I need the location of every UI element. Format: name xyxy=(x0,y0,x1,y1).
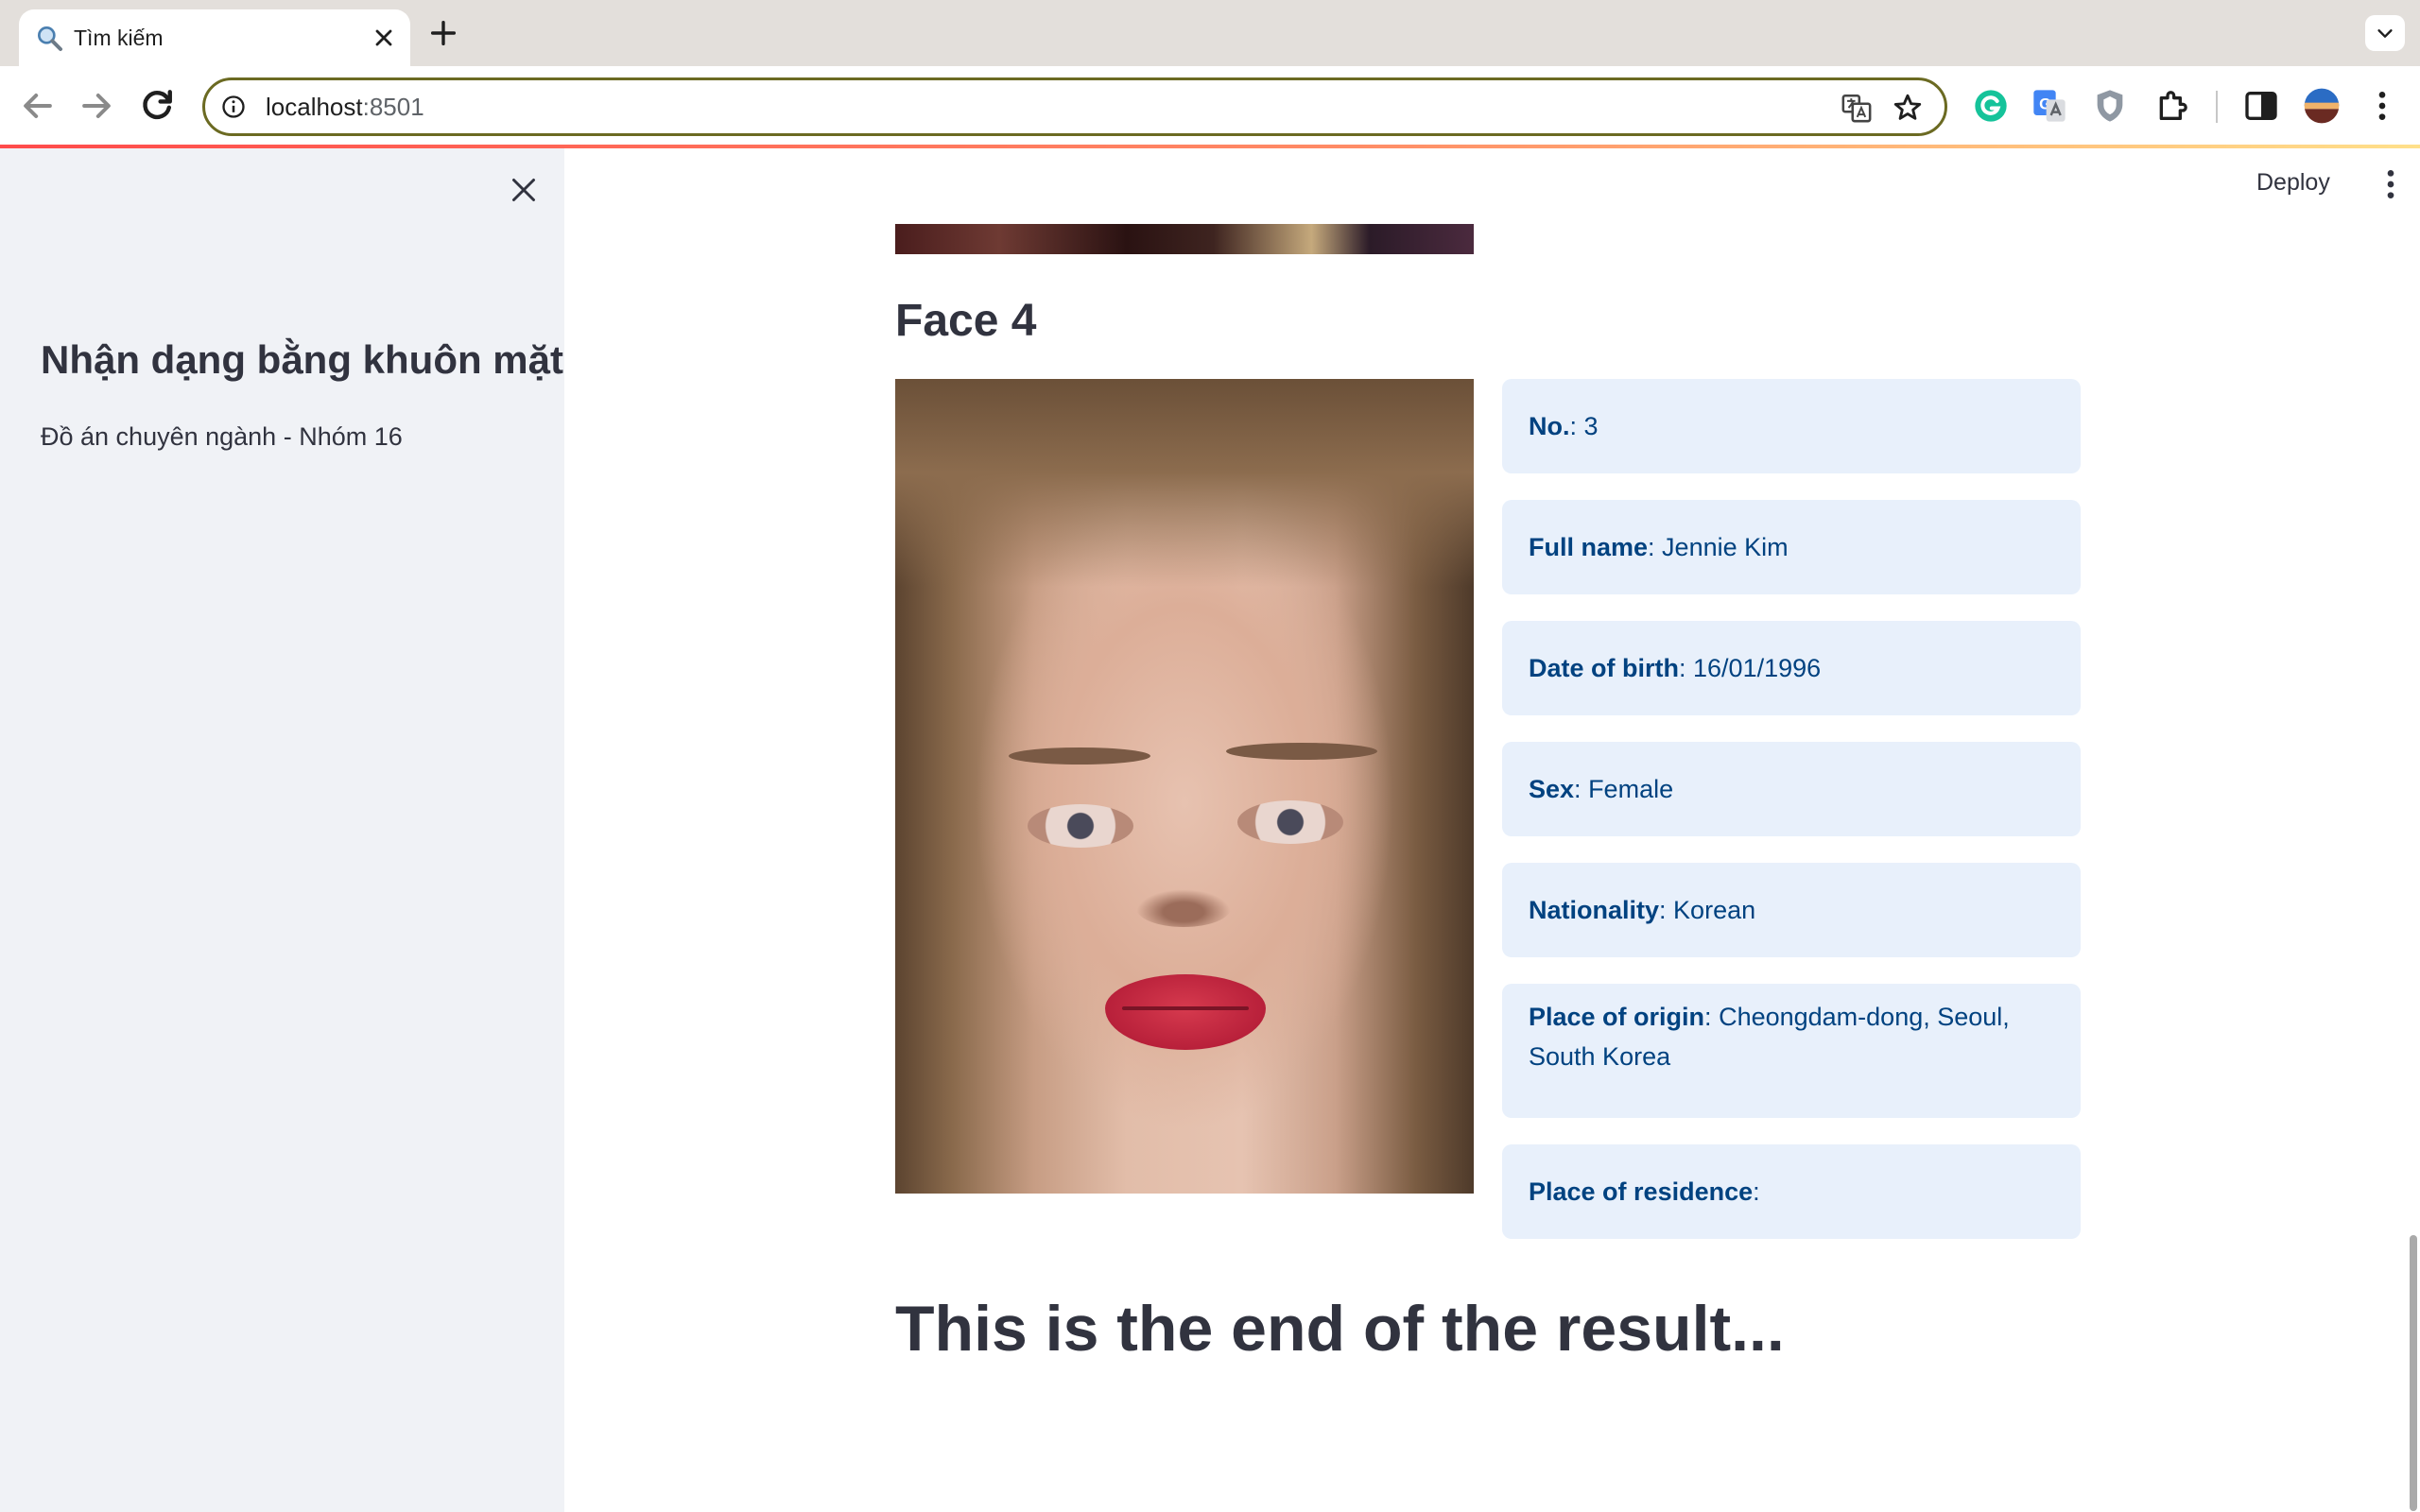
deploy-button[interactable]: Deploy xyxy=(2256,169,2330,197)
info-label: Date of birth xyxy=(1529,654,1679,682)
google-translate-extension-icon[interactable]: G xyxy=(2031,87,2068,125)
toolbar-divider xyxy=(2216,91,2218,123)
translate-icon[interactable] xyxy=(1841,92,1873,124)
info-value: Jennie Kim xyxy=(1654,533,1789,561)
close-tab-icon[interactable] xyxy=(371,25,397,51)
face-photo xyxy=(895,379,1474,1194)
side-panel-icon[interactable] xyxy=(2242,87,2280,125)
browser-tab[interactable]: Tìm kiếm xyxy=(19,9,410,66)
tab-search-button[interactable] xyxy=(2365,15,2405,51)
info-label: No. xyxy=(1529,412,1570,440)
url-host: localhost xyxy=(266,93,363,121)
info-card-no: No.: 3 xyxy=(1502,379,2081,473)
info-value: Female xyxy=(1581,775,1674,803)
face-heading: Face 4 xyxy=(895,296,1037,346)
info-label: Nationality xyxy=(1529,896,1660,924)
browser-tab-bar: Tìm kiếm xyxy=(0,0,2420,66)
bookmark-star-icon[interactable] xyxy=(1892,92,1924,124)
tab-title: Tìm kiếm xyxy=(74,26,164,50)
info-label: Sex xyxy=(1529,775,1575,803)
new-tab-icon[interactable] xyxy=(427,17,459,49)
grammarly-extension-icon[interactable] xyxy=(1972,87,2010,125)
info-card-date-of-birth: Date of birth: 16/01/1996 xyxy=(1502,621,2081,715)
info-card-full-name: Full name: Jennie Kim xyxy=(1502,500,2081,594)
info-label: Full name xyxy=(1529,533,1649,561)
search-icon xyxy=(37,26,62,51)
scrollbar-thumb[interactable] xyxy=(2410,1235,2417,1511)
extensions-puzzle-icon[interactable] xyxy=(2153,87,2191,125)
site-info-icon[interactable] xyxy=(220,94,247,120)
info-value: 3 xyxy=(1577,412,1599,440)
previous-face-image xyxy=(895,224,1474,254)
profile-avatar-icon[interactable] xyxy=(2303,87,2341,125)
info-value: 16/01/1996 xyxy=(1685,654,1822,682)
info-card-nationality: Nationality: Korean xyxy=(1502,863,2081,957)
browser-menu-icon[interactable] xyxy=(2363,87,2401,125)
chevron-down-icon xyxy=(2377,29,2393,38)
sidebar-caption: Đồ án chuyên ngành - Nhóm 16 xyxy=(41,422,403,451)
end-of-results-heading: This is the end of the result... xyxy=(895,1293,1785,1365)
shield-extension-icon[interactable] xyxy=(2091,87,2129,125)
main-content: Deploy Face 4 No.: 3 Full name: Jennie K… xyxy=(564,148,2420,1512)
back-arrow-icon[interactable] xyxy=(17,85,59,127)
browser-toolbar: localhost:8501 G xyxy=(0,66,2420,147)
info-value: Korean xyxy=(1666,896,1756,924)
app-menu-icon[interactable] xyxy=(2372,165,2410,203)
info-label: Place of origin xyxy=(1529,1003,1705,1031)
info-card-sex: Sex: Female xyxy=(1502,742,2081,836)
url-port: :8501 xyxy=(362,93,424,121)
close-sidebar-icon[interactable] xyxy=(507,173,541,207)
reload-icon[interactable] xyxy=(136,85,178,127)
address-bar[interactable]: localhost:8501 xyxy=(202,77,1947,136)
sidebar-title: Nhận dạng bằng khuôn mặt xyxy=(41,337,563,382)
sidebar: Nhận dạng bằng khuôn mặt Đồ án chuyên ng… xyxy=(0,148,564,1512)
forward-arrow-icon[interactable] xyxy=(76,85,117,127)
info-label: Place of residence xyxy=(1529,1177,1754,1206)
info-card-place-of-origin: Place of origin: Cheongdam-dong, Seoul, … xyxy=(1502,984,2081,1118)
info-card-place-of-residence: Place of residence: xyxy=(1502,1144,2081,1239)
address-url: localhost:8501 xyxy=(266,80,424,133)
